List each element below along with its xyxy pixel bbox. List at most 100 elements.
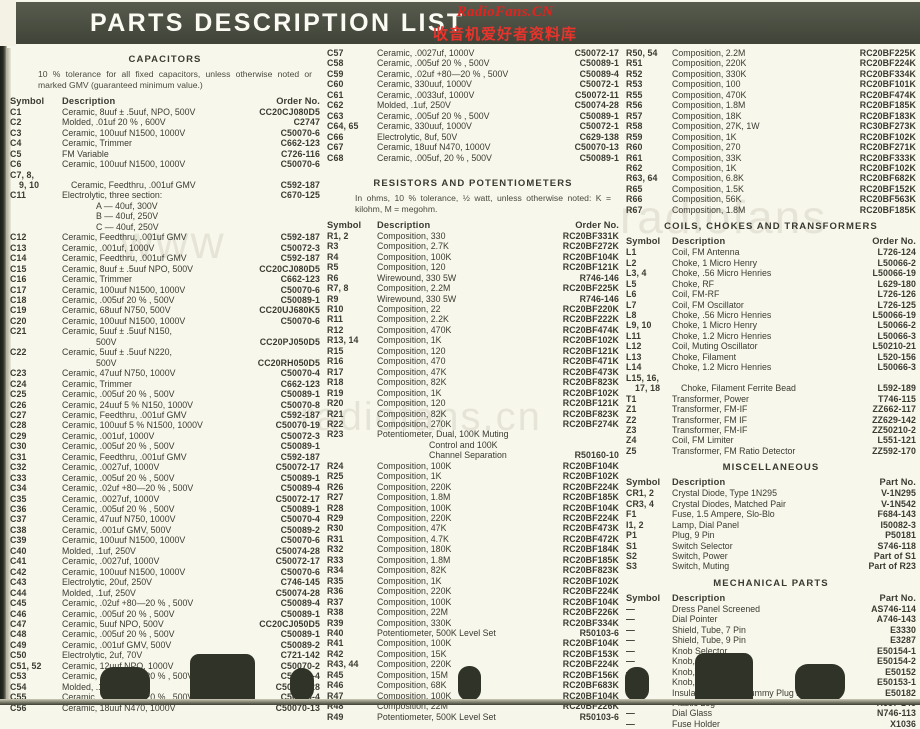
row-order-number: C50072-3 <box>280 242 320 253</box>
table-row: — Fuse Holder X1036 <box>626 719 916 729</box>
row-symbol: C4 <box>10 138 22 149</box>
row-order-number: RC20BF121K <box>562 398 619 409</box>
row-description: Composition, 22 <box>377 303 441 314</box>
misc-rows: CR1, 2 Crystal Diode, Type 1N295 V-1N295 CR… <box>626 488 916 572</box>
table-row: C18 Ceramic, .005uf 20 % , 500V C50089-1 <box>10 295 320 305</box>
row-symbol: — <box>626 708 635 719</box>
table-row: C12 Ceramic, Feedthru, .001uf GMV C592-187 <box>10 232 320 242</box>
table-row: —Knob, Dual RearE50153-1 <box>626 677 916 687</box>
row-description: Choke, 1.2 Micro Henries <box>672 330 772 341</box>
table-row: C28 Ceramic, 100uuf 5 % N1500, 1000V C5007… <box>10 420 320 430</box>
row-symbol: CR1, 2 <box>626 488 654 499</box>
row-order-number <box>533 440 619 450</box>
row-description: Choke, RF <box>672 278 715 289</box>
row-symbol: C17 <box>10 284 27 295</box>
row-symbol: — <box>626 635 635 646</box>
row-order-number: C50074-28 <box>275 587 320 598</box>
row-symbol: S2 <box>626 551 637 562</box>
table-row: C58 Ceramic, .005uf 20 % , 500V C50089-1 <box>327 58 619 68</box>
table-row: C45 Ceramic, .02uf +80—20 % , 500V C50089-… <box>10 598 320 608</box>
row-order-number: C50072-3 <box>280 430 320 441</box>
row-order-number: RC20BF185K <box>859 100 916 111</box>
row-description <box>672 373 832 383</box>
table-row: R9 Wirewound, 330 5W R746-146 <box>327 294 619 304</box>
row-symbol: R31 <box>327 533 344 544</box>
row-order-number <box>228 201 320 211</box>
table-row: — Dial Glass N746-113 <box>626 708 916 718</box>
row-order-number: RC20BF331K <box>562 230 619 241</box>
row-symbol: R15 <box>327 345 344 356</box>
row-description: Dress Panel Screened <box>672 603 761 614</box>
row-order-number: RC20BF104K <box>562 460 619 471</box>
row-description: Ceramic, 68uuf N750, 500V <box>62 305 171 316</box>
row-symbol: C7, 8, <box>10 169 35 180</box>
row-symbol: R23 <box>327 429 344 440</box>
table-row: C1 Ceramic, 8uuf ± .5uuf, NPO, 500V CC20CJ… <box>10 107 320 117</box>
table-row: C15 Ceramic, 8uuf ± .5uuf NPO, 500V CC20CJ… <box>10 264 320 274</box>
table-row: R60 Composition, 270 RC20BF271K <box>626 142 916 152</box>
row-order-number: RC20BF272K <box>562 241 619 252</box>
row-symbol: P1 <box>626 530 637 541</box>
row-symbol: R34 <box>327 565 344 576</box>
table-row: R25 Composition, 1K RC20BF102K <box>327 471 619 481</box>
row-symbol: R55 <box>626 89 643 100</box>
table-row: R11 Composition, 2.2K RC20BF222K <box>327 314 619 324</box>
col-header-description: Description <box>672 236 726 247</box>
row-description: Switch, Power <box>672 551 728 562</box>
column-capacitors: CAPACITORS 10 % tolerance for all fixed … <box>10 48 320 713</box>
row-order-number: C662-123 <box>280 274 320 285</box>
table-row: C66 Electrolytic, 8uf, 50V C629-138 <box>327 132 619 142</box>
col-header-symbol: Symbol <box>327 219 362 230</box>
row-order-number: RC20BF334K <box>562 617 619 628</box>
row-order-number: R746-146 <box>579 272 619 283</box>
row-order-number: RC20BF474K <box>859 89 916 100</box>
table-row: C21 Ceramic, 5uuf ± .5uuf N150, <box>10 326 320 336</box>
row-symbol: C58 <box>327 58 344 69</box>
row-description: Molded, .1uf, 250V <box>62 545 136 556</box>
table-row: —Knob, TuningE50154-2 <box>626 656 916 666</box>
row-order-number: CC20CJ080D5 <box>259 106 320 117</box>
row-description: Composition, 82K <box>377 565 447 576</box>
row-order-number: ZZ662-117 <box>872 404 916 415</box>
row-symbol: R36 <box>327 586 344 597</box>
row-order-number: N746-113 <box>877 708 916 719</box>
col-header-part: Part No. <box>879 592 916 603</box>
row-order-number: C50089-1 <box>280 504 320 515</box>
row-description: Ceramic, .005uf 20 % , 500V <box>62 441 175 452</box>
row-description: Shield, Tube, 7 Pin <box>672 624 746 635</box>
table-row: B — 40uf, 250V <box>10 211 320 221</box>
row-symbol: C19 <box>10 305 27 316</box>
table-row: C39 Ceramic, 100uuf N1500, 1000V C50070-6 <box>10 535 320 545</box>
row-description: Ceramic, 100uuf N1500, 1000V <box>62 315 186 326</box>
table-row: C5 FM Variable C726-116 <box>10 149 320 159</box>
row-description: Choke, .56 Micro Henries <box>672 268 772 279</box>
row-order-number: F684-143 <box>877 509 916 520</box>
row-order-number: ZZ629-142 <box>872 414 916 425</box>
row-description: Transformer, FM Ratio Detector <box>672 445 796 456</box>
row-symbol: C13 <box>10 242 27 253</box>
row-symbol <box>10 211 62 221</box>
table-row: R19 Composition, 1K RC20BF102K <box>327 388 619 398</box>
row-order-number: C50089-4 <box>280 598 320 609</box>
row-description: Ceramic, 5uuf ± .5uuf N150, <box>62 326 172 337</box>
scan-artifact-blob <box>100 667 150 701</box>
table-row: — Dial Pointer A746-143 <box>626 614 916 624</box>
row-symbol: C1 <box>10 106 22 117</box>
row-symbol: C23 <box>10 368 27 379</box>
row-description: Ceramic, .001uf GMV, 500V <box>62 524 172 535</box>
row-order-number: RC20BF225K <box>859 48 916 58</box>
row-description: Molded, .1uf, 250V <box>62 587 136 598</box>
row-symbol: C49 <box>10 639 27 650</box>
row-description: Crystal Diodes, Matched Pair <box>672 498 786 509</box>
table-row: C43 Electrolytic, 20uf, 250V C746-145 <box>10 577 320 587</box>
row-order-number: C50070-6 <box>280 159 320 170</box>
table-row: C33 Ceramic, .005uf 20 % , 500V C50089-1 <box>10 473 320 483</box>
table-row: C53Ceramic, .02uf +80—20 % , 500VC50089-… <box>10 671 320 681</box>
table-row: — Knob Selector E50154-1 <box>626 646 916 656</box>
row-symbol: R3 <box>327 241 339 252</box>
row-description: Ceramic, .005uf 20 % , 500V <box>62 629 175 640</box>
row-description: Coil, Muting Oscillator <box>672 341 758 352</box>
row-description: Wirewound, 330 5W <box>377 293 457 304</box>
table-row: C46 Ceramic, .005uf 20 % , 500V C50089-1 <box>10 609 320 619</box>
